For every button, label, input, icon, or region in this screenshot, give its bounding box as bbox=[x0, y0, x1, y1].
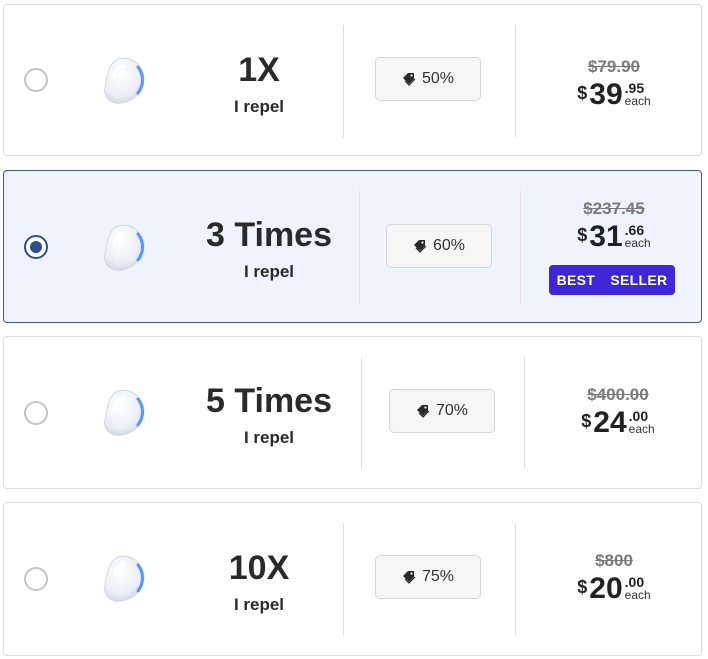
price-tag-icon bbox=[402, 570, 416, 584]
currency-symbol: $ bbox=[577, 83, 588, 103]
divider bbox=[361, 357, 362, 469]
current-price: $ 39 .95 each bbox=[544, 80, 684, 110]
quantity-block: 5 Times I repel bbox=[194, 384, 344, 448]
best-seller-badge: BEST SELLER bbox=[549, 265, 675, 295]
current-price: $ 31 .66 each bbox=[544, 222, 684, 252]
best-seller-word: BEST bbox=[556, 272, 596, 288]
quantity-subtitle: I repel bbox=[233, 97, 285, 116]
quantity-subtitle: I repel bbox=[243, 262, 295, 281]
price-fraction: .66 bbox=[624, 222, 645, 238]
price-tag-icon bbox=[413, 239, 427, 253]
divider bbox=[524, 357, 525, 469]
quantity-title: 10X bbox=[228, 549, 290, 587]
price-unit: each bbox=[628, 422, 655, 436]
original-price: $237.45 bbox=[583, 199, 645, 218]
price-integer: 31 bbox=[589, 220, 623, 253]
discount-badge: 75% bbox=[375, 555, 481, 599]
divider bbox=[515, 523, 516, 635]
option-radio[interactable] bbox=[24, 235, 48, 259]
currency-symbol: $ bbox=[577, 225, 588, 245]
quantity-block: 3 Times I repel bbox=[194, 218, 344, 282]
repeller-device-icon bbox=[100, 222, 148, 274]
price-integer: 24 bbox=[593, 406, 627, 439]
currency-symbol: $ bbox=[581, 411, 592, 431]
repeller-device-icon bbox=[100, 55, 148, 107]
divider bbox=[359, 191, 360, 303]
price-unit: each bbox=[624, 588, 651, 602]
price-integer: 39 bbox=[589, 78, 623, 111]
original-price: $79.90 bbox=[588, 57, 640, 76]
quantity-title: 1X bbox=[238, 51, 280, 89]
discount-value: 75% bbox=[421, 568, 455, 585]
radio-dot bbox=[30, 241, 42, 253]
price-fraction: .95 bbox=[624, 80, 645, 96]
option-radio[interactable] bbox=[24, 401, 48, 425]
discount-badge: 60% bbox=[386, 224, 492, 268]
price-tag-icon bbox=[402, 72, 416, 86]
option-radio[interactable] bbox=[24, 68, 48, 92]
option-card-5-times[interactable]: 5 Times I repel 70% $400.00 $ 24 .00 each bbox=[3, 336, 702, 489]
original-price: $400.00 bbox=[587, 385, 649, 404]
quantity-block: 1X I repel bbox=[199, 53, 319, 117]
option-card-3-times[interactable]: 3 Times I repel 60% $237.45 $ 31 .66 each… bbox=[3, 170, 702, 323]
currency-symbol: $ bbox=[577, 577, 588, 597]
price-fraction: .00 bbox=[624, 574, 645, 590]
discount-badge: 70% bbox=[389, 389, 495, 433]
price-block: $800 $ 20 .00 each bbox=[544, 551, 684, 604]
quantity-subtitle: I repel bbox=[233, 595, 285, 614]
price-block: $79.90 $ 39 .95 each bbox=[544, 57, 684, 110]
repeller-device-icon bbox=[100, 553, 148, 605]
price-integer: 20 bbox=[589, 572, 623, 605]
price-unit: each bbox=[624, 94, 651, 108]
current-price: $ 24 .00 each bbox=[548, 408, 688, 438]
original-price: $800 bbox=[595, 551, 633, 570]
discount-value: 60% bbox=[432, 237, 466, 254]
discount-badge: 50% bbox=[375, 57, 481, 101]
option-card-1x[interactable]: 1X I repel 50% $79.90 $ 39 .95 each bbox=[3, 4, 702, 156]
price-block: $400.00 $ 24 .00 each bbox=[548, 385, 688, 438]
divider bbox=[520, 191, 521, 303]
repeller-device-icon bbox=[100, 387, 148, 439]
price-tag-icon bbox=[416, 404, 430, 418]
divider bbox=[343, 523, 344, 635]
discount-value: 50% bbox=[421, 70, 455, 87]
price-block: $237.45 $ 31 .66 each bbox=[544, 199, 684, 252]
price-unit: each bbox=[624, 236, 651, 250]
best-seller-word: SELLER bbox=[610, 272, 668, 288]
quantity-block: 10X I repel bbox=[199, 551, 319, 615]
quantity-title: 5 Times bbox=[205, 382, 332, 420]
price-fraction: .00 bbox=[628, 408, 649, 424]
quantity-subtitle: I repel bbox=[243, 428, 295, 447]
option-radio[interactable] bbox=[24, 567, 48, 591]
quantity-title: 3 Times bbox=[205, 216, 332, 254]
divider bbox=[343, 25, 344, 137]
current-price: $ 20 .00 each bbox=[544, 574, 684, 604]
discount-value: 70% bbox=[435, 402, 469, 419]
divider bbox=[515, 25, 516, 137]
option-card-10x[interactable]: 10X I repel 75% $800 $ 20 .00 each bbox=[3, 502, 702, 656]
